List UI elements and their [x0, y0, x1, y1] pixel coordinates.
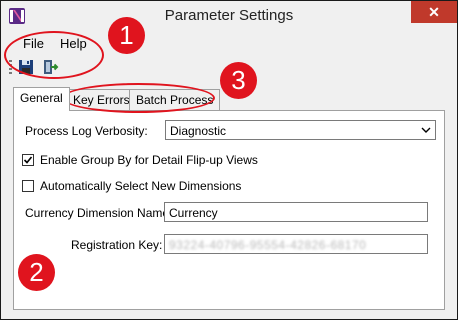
- verbosity-select[interactable]: Diagnostic: [165, 120, 436, 140]
- annotation-badge-2: 2: [18, 254, 55, 291]
- currency-value: Currency: [169, 206, 218, 220]
- group-by-label: Enable Group By for Detail Flip-up Views: [40, 153, 258, 167]
- tab-general[interactable]: General: [13, 87, 70, 111]
- annotation-ellipse-tabs: [62, 83, 215, 113]
- auto-select-checkbox[interactable]: [22, 180, 34, 192]
- currency-input[interactable]: Currency: [164, 202, 428, 222]
- annotation-badge-1: 1: [108, 17, 145, 54]
- chevron-down-icon: [421, 123, 431, 140]
- close-button[interactable]: ✕: [411, 1, 457, 23]
- title-bar[interactable]: Parameter Settings ✕: [1, 1, 457, 32]
- verbosity-label: Process Log Verbosity:: [25, 124, 148, 138]
- group-by-checkbox[interactable]: [22, 154, 34, 166]
- window-title: Parameter Settings: [164, 7, 294, 24]
- close-icon: ✕: [428, 4, 440, 20]
- auto-select-label: Automatically Select New Dimensions: [40, 179, 242, 193]
- currency-label: Currency Dimension Name:: [25, 206, 173, 220]
- verbosity-value: Diagnostic: [170, 124, 227, 138]
- registration-key-input[interactable]: 93224-40796-95554-42826-68170: [164, 234, 428, 254]
- registration-label: Registration Key:: [71, 238, 163, 252]
- annotation-badge-3: 3: [220, 62, 257, 99]
- annotation-ellipse-menu: [4, 31, 104, 79]
- registration-key-value: 93224-40796-95554-42826-68170: [169, 238, 367, 252]
